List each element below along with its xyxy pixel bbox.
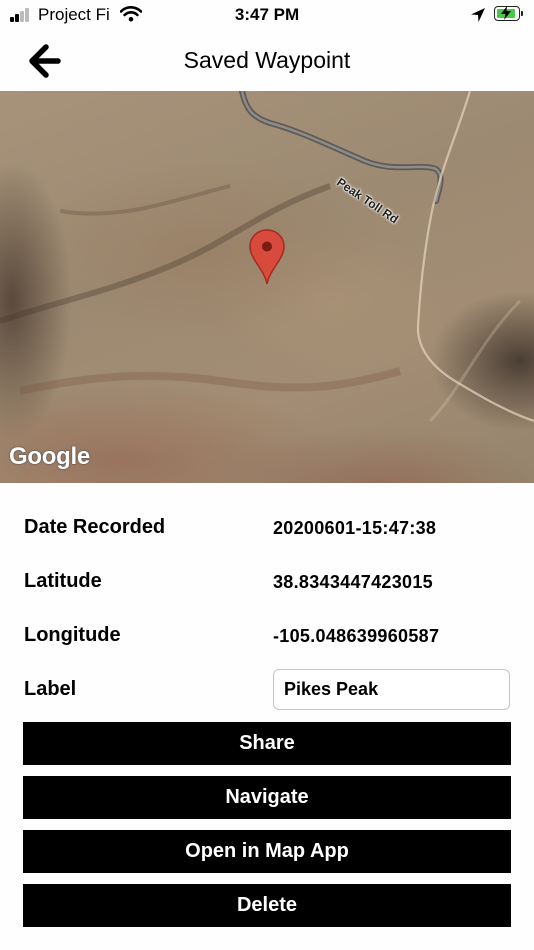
status-bar: Project Fi 3:47 PM xyxy=(0,0,534,32)
map-roads xyxy=(0,91,534,423)
latitude-row: Latitude 38.8343447423015 xyxy=(0,561,534,601)
page-title: Saved Waypoint xyxy=(183,47,351,73)
label-row: Label xyxy=(0,669,534,710)
google-logo: Google xyxy=(9,443,90,470)
share-button[interactable]: Share xyxy=(23,722,511,765)
navigate-button[interactable]: Navigate xyxy=(23,776,511,819)
open-in-map-app-button[interactable]: Open in Map App xyxy=(23,830,511,873)
status-time: 3:47 PM xyxy=(234,5,300,24)
longitude-value: -105.048639960587 xyxy=(273,626,440,646)
longitude-label: Longitude xyxy=(24,624,121,646)
navigation-bar: Saved Waypoint xyxy=(0,32,534,90)
latitude-value: 38.8343447423015 xyxy=(273,572,433,592)
location-arrow-icon xyxy=(471,8,485,22)
delete-button[interactable]: Delete xyxy=(23,884,511,927)
date-recorded-label: Date Recorded xyxy=(24,516,166,538)
label-field-label: Label xyxy=(24,678,77,700)
battery-icon xyxy=(494,6,523,21)
latitude-label: Latitude xyxy=(24,570,102,592)
date-recorded-row: Date Recorded 20200601-15:47:38 xyxy=(0,507,534,547)
satellite-map[interactable]: Peak Toll Rd Google xyxy=(0,91,534,483)
label-input[interactable] xyxy=(273,669,510,710)
longitude-row: Longitude -105.048639960587 xyxy=(0,615,534,655)
date-recorded-value: 20200601-15:47:38 xyxy=(273,518,437,538)
location-pin-icon[interactable] xyxy=(248,228,286,286)
